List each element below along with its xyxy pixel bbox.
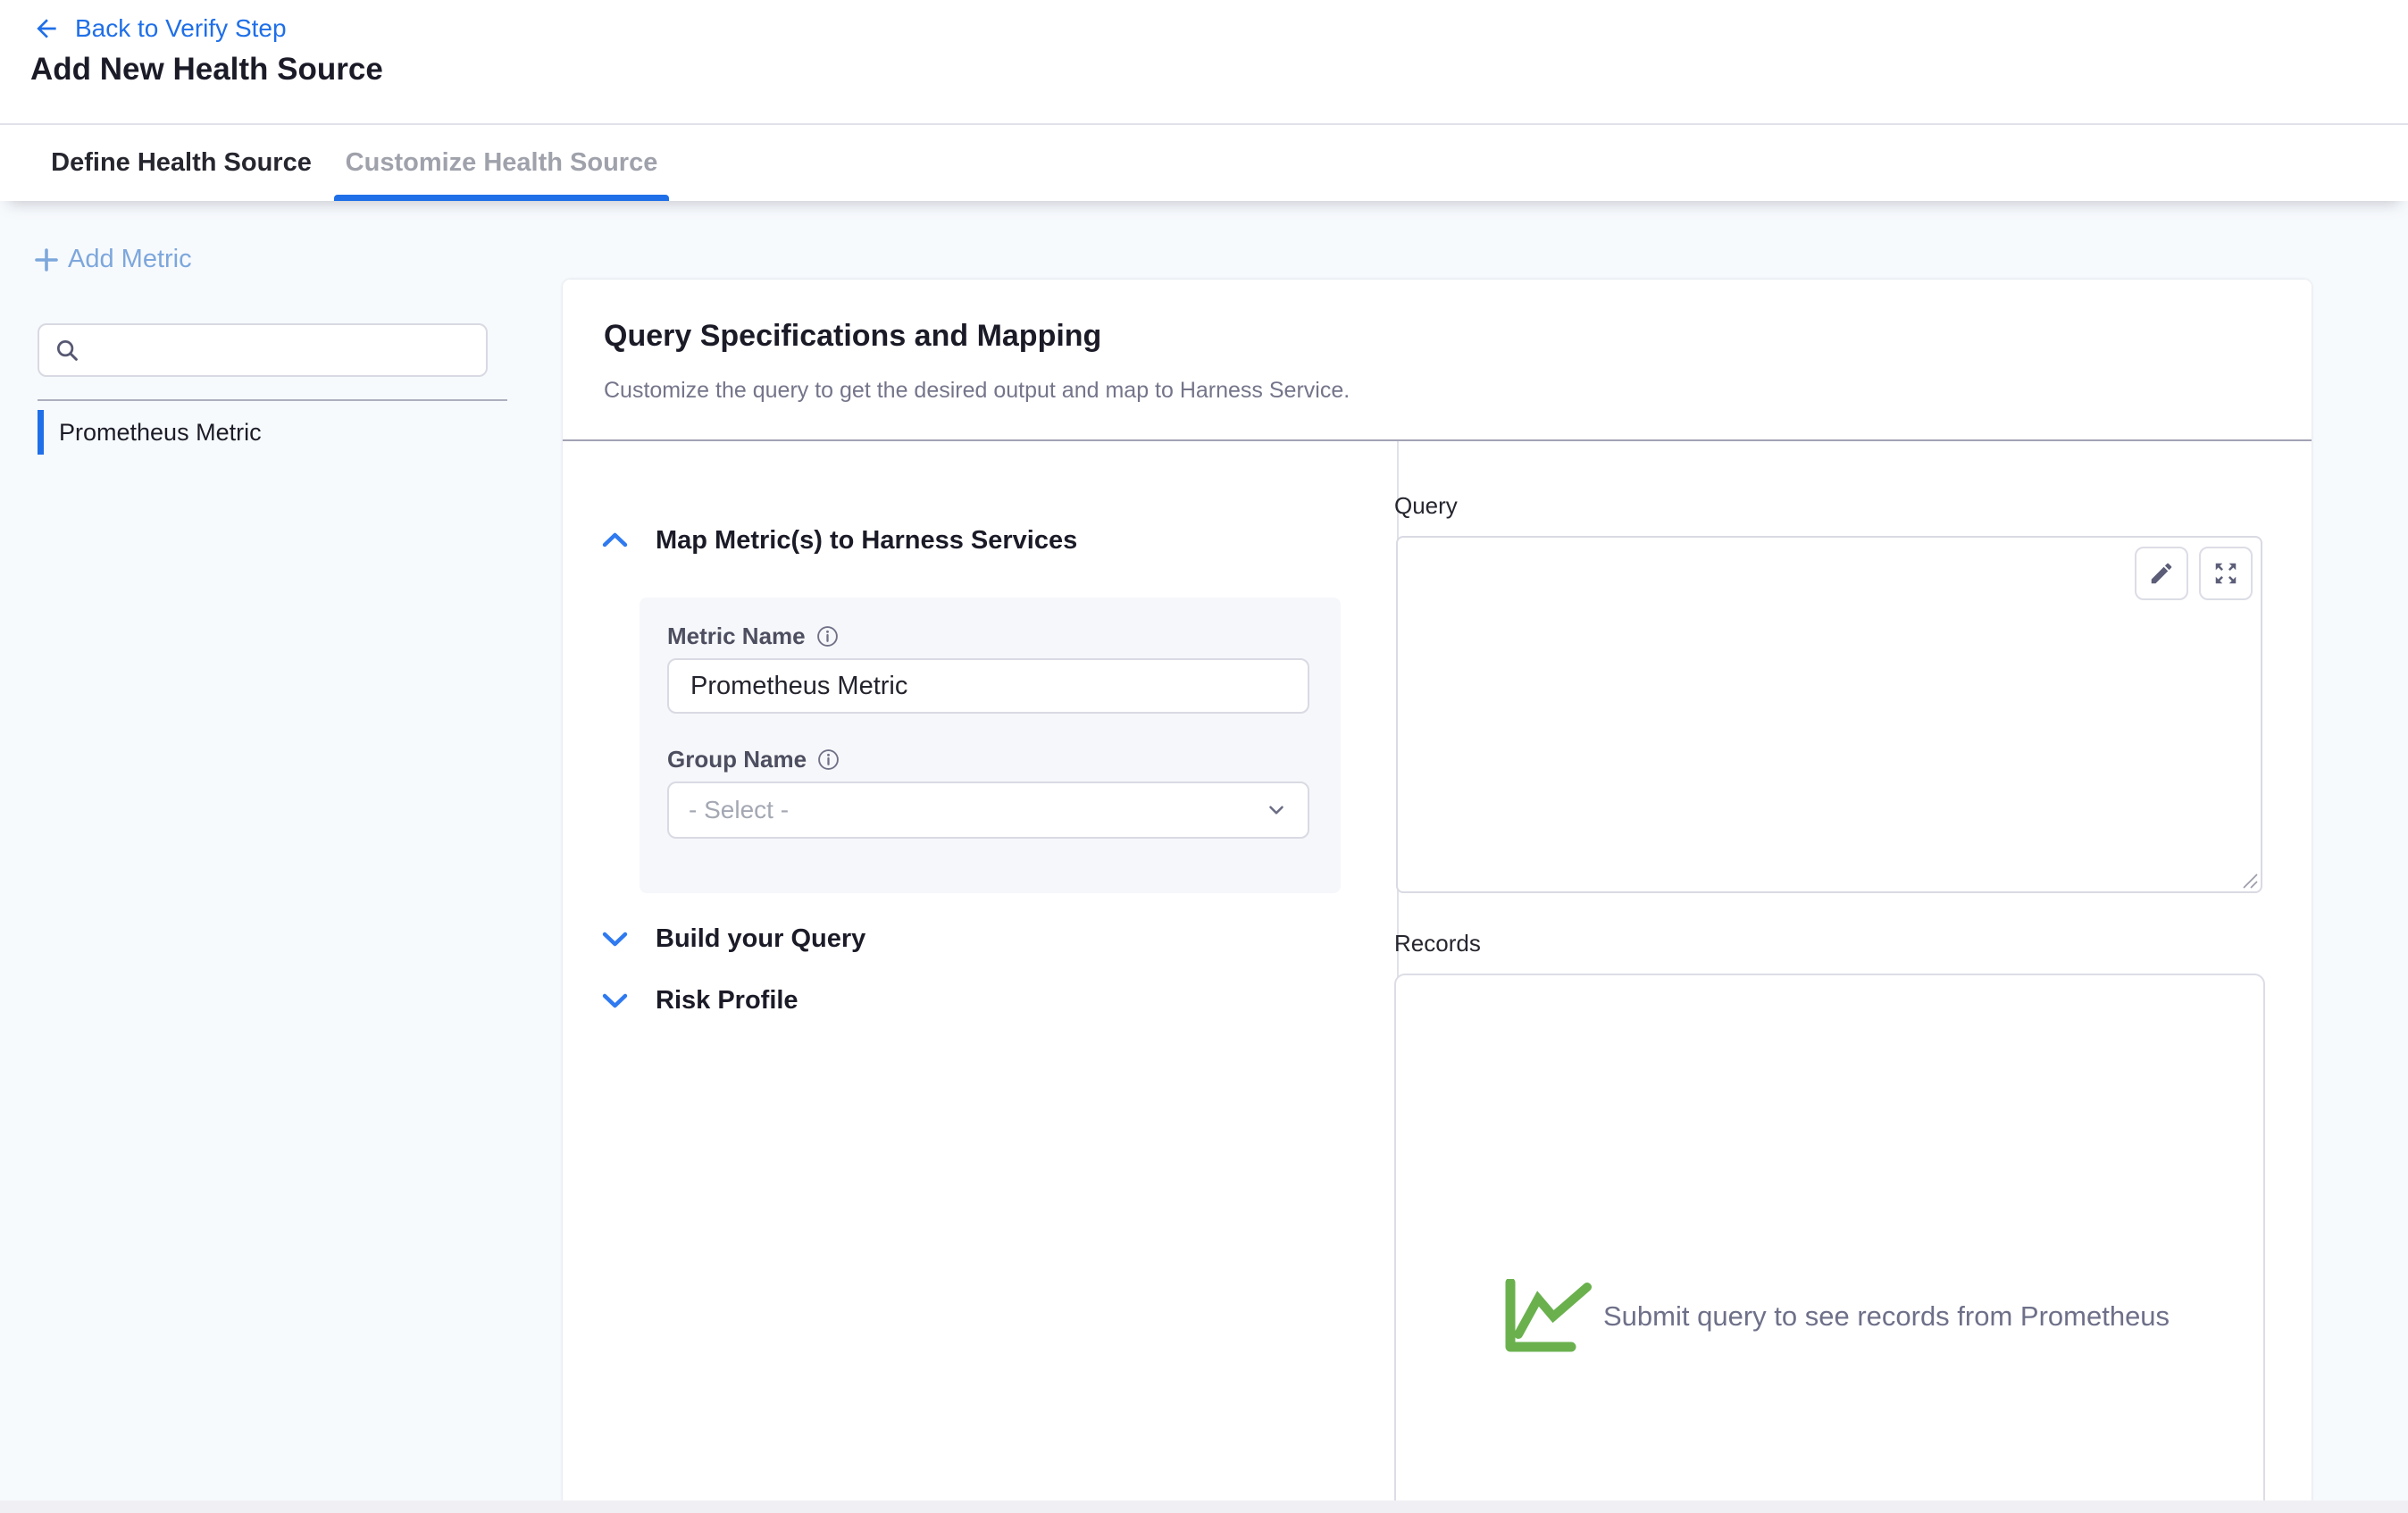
chevron-up-icon (600, 531, 630, 550)
pencil-icon (2148, 560, 2175, 587)
section-build-your-query[interactable]: Build your Query (600, 921, 865, 957)
selected-indicator (38, 410, 44, 455)
section-risk-profile[interactable]: Risk Profile (600, 982, 798, 1018)
metric-name-input[interactable] (667, 658, 1309, 714)
active-tab-indicator (334, 195, 669, 201)
info-icon[interactable] (816, 625, 839, 648)
query-editor (1396, 536, 2262, 893)
metric-item-label: Prometheus Metric (59, 419, 262, 447)
section-label: Map Metric(s) to Harness Services (656, 526, 1077, 556)
search-icon (54, 337, 80, 364)
back-link[interactable]: Back to Verify Step (32, 11, 287, 46)
line-chart-icon (1503, 1279, 1594, 1354)
query-textarea[interactable] (1398, 538, 2261, 891)
group-name-label-row: Group Name (667, 746, 840, 773)
records-empty-text: Submit query to see records from Prometh… (1603, 1300, 2170, 1333)
metric-name-label-row: Metric Name (667, 623, 839, 650)
query-fullscreen-button[interactable] (2199, 547, 2253, 600)
query-specifications-card: Query Specifications and Mapping Customi… (563, 280, 2312, 1513)
records-empty-state: Submit query to see records from Prometh… (1503, 1279, 2170, 1354)
bottom-strip (0, 1500, 2408, 1513)
tab-bar: Define Health Source Customize Health So… (0, 123, 2408, 201)
section-map-metrics[interactable]: Map Metric(s) to Harness Services (600, 522, 1077, 558)
add-metric-button[interactable]: Add Metric (32, 245, 192, 274)
card-title: Query Specifications and Mapping (604, 319, 1101, 354)
query-edit-button[interactable] (2135, 547, 2188, 600)
tab-label: Customize Health Source (346, 148, 658, 178)
chevron-down-icon (600, 929, 630, 949)
back-link-label: Back to Verify Step (75, 14, 287, 43)
add-metric-label: Add Metric (68, 245, 192, 274)
group-name-select[interactable]: - Select - (667, 782, 1309, 839)
query-label: Query (1394, 492, 1458, 520)
plus-icon (32, 246, 61, 274)
tab-define-health-source[interactable]: Define Health Source (54, 125, 308, 201)
back-arrow-icon (32, 14, 61, 43)
records-label: Records (1394, 930, 1481, 957)
metric-name-label: Metric Name (667, 623, 806, 650)
section-label: Risk Profile (656, 986, 798, 1016)
info-icon[interactable] (817, 748, 840, 771)
section-label: Build your Query (656, 924, 865, 954)
textarea-resize-handle[interactable] (2238, 869, 2260, 890)
card-subtitle: Customize the query to get the desired o… (604, 378, 1350, 404)
chevron-down-icon (1265, 798, 1288, 822)
records-panel: Submit query to see records from Prometh… (1394, 974, 2265, 1513)
card-header-divider (563, 439, 2312, 441)
sidebar-divider (38, 399, 507, 401)
map-metrics-panel: Metric Name Group Name (640, 598, 1341, 893)
group-name-label: Group Name (667, 746, 807, 773)
sidebar-item-prometheus-metric[interactable]: Prometheus Metric (38, 410, 538, 455)
top-header: Back to Verify Step Add New Health Sourc… (0, 0, 2408, 123)
tab-label: Define Health Source (51, 148, 312, 178)
select-placeholder: - Select - (689, 796, 1265, 824)
screen: Back to Verify Step Add New Health Sourc… (0, 0, 2408, 1513)
metric-search-input[interactable] (91, 336, 472, 365)
page-title: Add New Health Source (30, 52, 383, 88)
metric-search-box (38, 323, 488, 377)
tab-customize-health-source[interactable]: Customize Health Source (334, 125, 669, 201)
maximize-icon (2212, 560, 2239, 587)
chevron-down-icon (600, 991, 630, 1010)
